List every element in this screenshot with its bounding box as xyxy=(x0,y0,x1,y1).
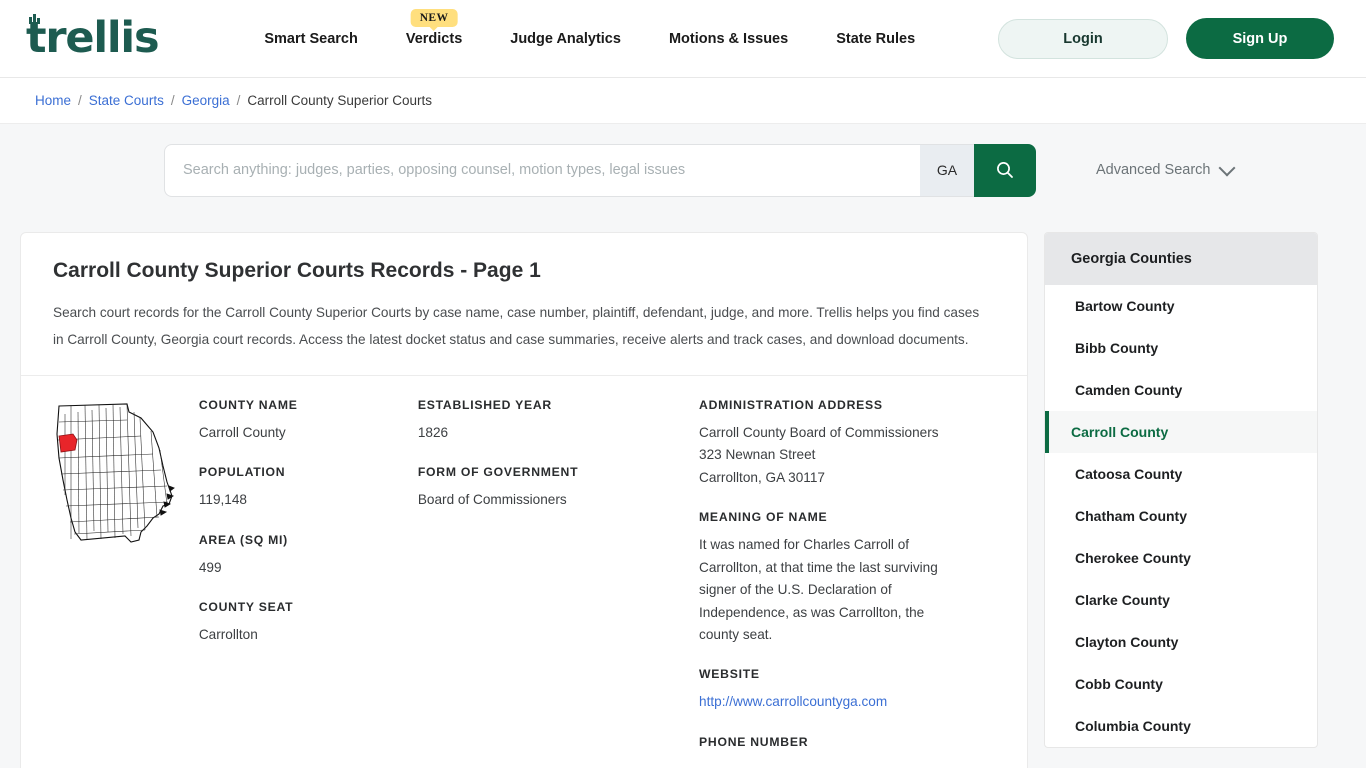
new-badge: NEW xyxy=(410,8,458,28)
breadcrumb-item-georgia[interactable]: Georgia xyxy=(182,93,230,108)
field-population: POPULATION 119,148 xyxy=(199,465,418,511)
field-county-name: COUNTY NAME Carroll County xyxy=(199,398,418,444)
breadcrumb-separator: / xyxy=(170,93,175,108)
main-nav: Smart Search NEW Verdicts Judge Analytic… xyxy=(240,8,939,47)
georgia-map-icon xyxy=(56,403,175,543)
search-input[interactable] xyxy=(164,143,920,197)
sidebar-item-cobb-county[interactable]: Cobb County xyxy=(1045,663,1317,705)
field-form-of-government: FORM OF GOVERNMENT Board of Commissioner… xyxy=(418,465,699,511)
field-administration-address: ADMINISTRATION ADDRESS Carroll County Bo… xyxy=(699,398,995,489)
field-established-year: ESTABLISHED YEAR 1826 xyxy=(418,398,699,444)
sidebar-item-chatham-county[interactable]: Chatham County xyxy=(1045,495,1317,537)
details-column-middle: ESTABLISHED YEAR 1826 FORM OF GOVERNMENT… xyxy=(418,398,699,768)
field-phone-number: PHONE NUMBER xyxy=(699,735,995,749)
search-bar: GA xyxy=(164,143,1036,197)
site-header: trellis Smart Search NEW Verdicts Judge … xyxy=(0,0,1366,78)
sidebar-item-clarke-county[interactable]: Clarke County xyxy=(1045,579,1317,621)
card-header: Carroll County Superior Courts Records -… xyxy=(21,233,1027,375)
field-label: ESTABLISHED YEAR xyxy=(417,398,552,412)
field-value: Carroll County xyxy=(198,425,286,440)
sidebar-item-catoosa-county[interactable]: Catoosa County xyxy=(1045,453,1317,495)
logo-text: trellis xyxy=(26,13,160,63)
field-label: AREA (SQ MI) xyxy=(198,532,288,547)
login-button[interactable]: Login xyxy=(998,18,1168,59)
advanced-search-label: Advanced Search xyxy=(1096,162,1211,178)
sidebar-item-bartow-county[interactable]: Bartow County xyxy=(1045,285,1317,327)
search-button[interactable] xyxy=(974,143,1036,197)
field-value: It was named for Charles Carroll of Carr… xyxy=(699,537,938,642)
breadcrumb-item-home[interactable]: Home xyxy=(35,93,71,108)
nav-label: Verdicts xyxy=(405,30,463,47)
county-records-card: Carroll County Superior Courts Records -… xyxy=(20,232,1028,768)
nav-label: Judge Analytics xyxy=(510,30,621,47)
sidebar-item-cherokee-county[interactable]: Cherokee County xyxy=(1045,537,1317,579)
state-selector-chip[interactable]: GA xyxy=(920,143,974,197)
field-area: AREA (SQ MI) 499 xyxy=(199,533,418,579)
admin-address-line-3: Carrollton, GA 30117 xyxy=(699,469,825,485)
nav-item-motions-issues[interactable]: Motions & Issues xyxy=(645,31,812,47)
field-label: WEBSITE xyxy=(699,667,760,682)
admin-address-line-2: 323 Newnan Street xyxy=(699,447,816,463)
field-label: COUNTY SEAT xyxy=(198,600,294,615)
field-label: MEANING OF NAME xyxy=(699,510,828,525)
breadcrumb: Home / State Courts / Georgia / Carroll … xyxy=(0,78,1366,123)
nav-item-smart-search[interactable]: Smart Search xyxy=(240,31,382,47)
field-value: 1826 xyxy=(417,425,449,440)
page-description: Search court records for the Carroll Cou… xyxy=(53,305,980,347)
advanced-search-toggle[interactable]: Advanced Search xyxy=(1096,159,1236,178)
field-value: http://www.carrollcountyga.com xyxy=(699,691,995,713)
sidebar-title: Georgia Counties xyxy=(1045,233,1317,285)
sidebar-item-clayton-county[interactable]: Clayton County xyxy=(1045,621,1317,663)
breadcrumb-item-current: Carroll County Superior Courts xyxy=(247,93,432,108)
header-actions: Login Sign Up xyxy=(998,18,1334,59)
details-column-right: ADMINISTRATION ADDRESS Carroll County Bo… xyxy=(699,398,995,768)
field-value: Board of Commissioners xyxy=(417,492,567,508)
field-value: Carrollton xyxy=(198,627,258,643)
nav-label: Motions & Issues xyxy=(668,30,789,47)
nav-item-judge-analytics[interactable]: Judge Analytics xyxy=(486,31,645,47)
details-column-left: COUNTY NAME Carroll County POPULATION 11… xyxy=(199,398,418,768)
breadcrumb-separator: / xyxy=(236,93,241,108)
field-value: 119,148 xyxy=(198,492,247,508)
county-details: COUNTY NAME Carroll County POPULATION 11… xyxy=(21,376,1027,768)
sidebar-item-camden-county[interactable]: Camden County xyxy=(1045,369,1317,411)
nav-item-state-rules[interactable]: State Rules xyxy=(812,31,939,47)
field-label: ADMINISTRATION ADDRESS xyxy=(699,398,883,412)
field-value: 499 xyxy=(198,559,222,575)
breadcrumb-item-state-courts[interactable]: State Courts xyxy=(89,93,164,108)
sidebar-item-columbia-county[interactable]: Columbia County xyxy=(1045,705,1317,747)
georgia-map xyxy=(41,398,199,768)
field-label: POPULATION xyxy=(198,465,286,480)
nav-label: Smart Search xyxy=(264,30,358,47)
field-label: PHONE NUMBER xyxy=(699,734,809,749)
page-title: Carroll County Superior Courts Records -… xyxy=(53,259,541,282)
search-band: GA Advanced Search xyxy=(0,123,1366,216)
sidebar-item-bibb-county[interactable]: Bibb County xyxy=(1045,327,1317,369)
chevron-down-icon xyxy=(1218,159,1236,176)
field-county-seat: COUNTY SEAT Carrollton xyxy=(199,600,418,646)
field-website: WEBSITE http://www.carrollcountyga.com xyxy=(699,667,995,713)
trellis-logo[interactable]: trellis xyxy=(26,13,160,63)
nav-item-verdicts[interactable]: NEW Verdicts xyxy=(382,8,486,47)
page-body: Carroll County Superior Courts Records -… xyxy=(0,216,1366,768)
search-icon xyxy=(997,162,1013,178)
signup-button[interactable]: Sign Up xyxy=(1186,18,1334,59)
nav-label: State Rules xyxy=(836,30,916,47)
county-website-link[interactable]: http://www.carrollcountyga.com xyxy=(699,694,887,709)
field-meaning-of-name: MEANING OF NAME It was named for Charles… xyxy=(699,510,995,646)
admin-address-line-1: Carroll County Board of Commissioners xyxy=(699,425,939,440)
sidebar-item-carroll-county[interactable]: Carroll County xyxy=(1045,411,1317,453)
logo-mark-icon xyxy=(29,13,40,24)
georgia-counties-sidebar: Georgia Counties Bartow County Bibb Coun… xyxy=(1044,232,1318,748)
breadcrumb-separator: / xyxy=(78,93,82,108)
field-label: COUNTY NAME xyxy=(198,398,298,412)
field-label: FORM OF GOVERNMENT xyxy=(417,465,579,480)
